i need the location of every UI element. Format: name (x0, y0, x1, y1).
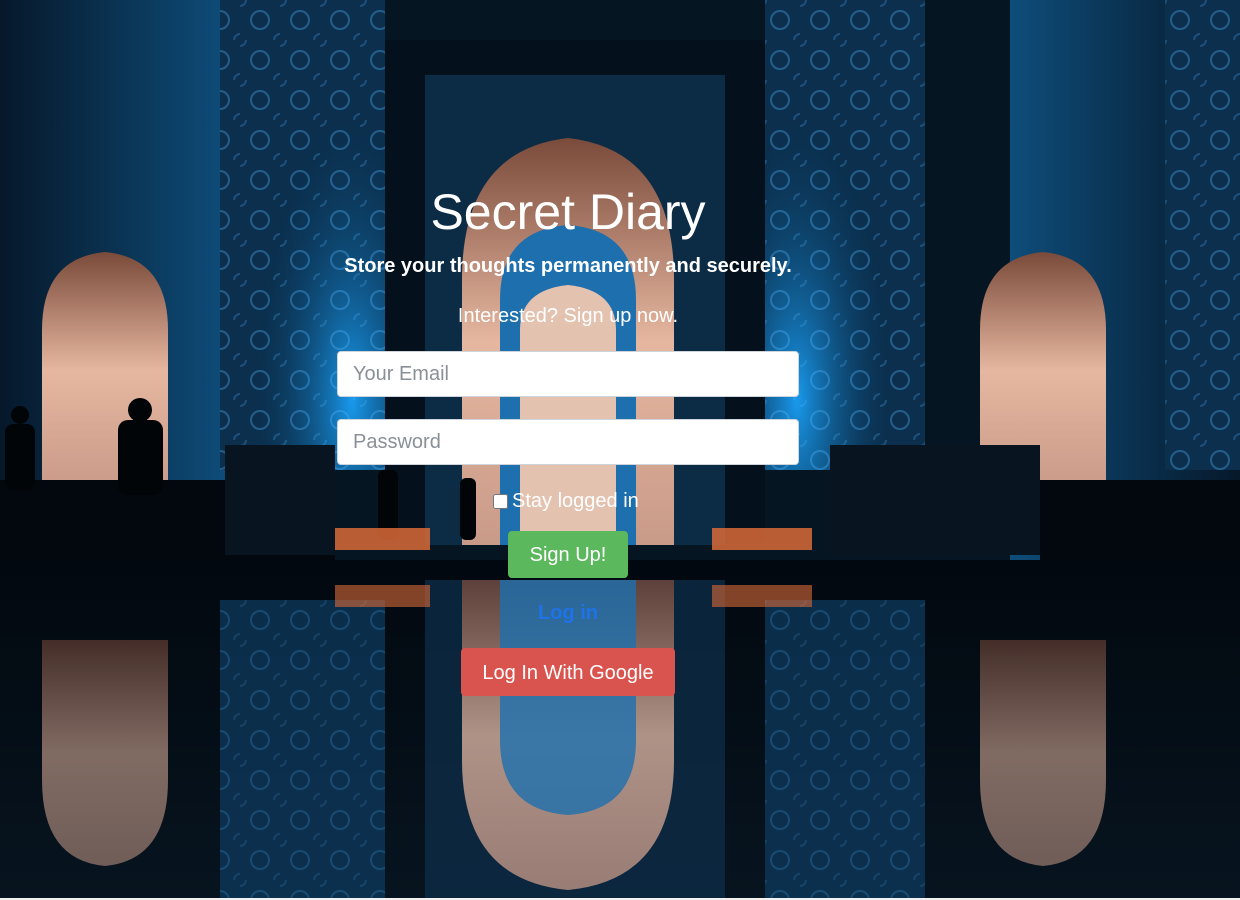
stay-logged-in-label: Stay logged in (512, 489, 639, 512)
sign-up-button[interactable]: Sign Up! (508, 531, 628, 578)
password-field[interactable] (337, 419, 799, 465)
log-in-link[interactable]: Log in (0, 601, 1136, 625)
signup-container: Secret Diary Store your thoughts permane… (0, 0, 1240, 900)
stay-logged-in-checkbox[interactable] (493, 493, 508, 509)
email-field[interactable] (337, 351, 799, 397)
signup-prompt: Interested? Sign up now. (457, 305, 679, 327)
google-login-button[interactable]: Log In With Google (461, 648, 675, 696)
page-title: Secret Diary (430, 184, 706, 240)
stay-logged-in-option[interactable]: Stay logged in (493, 489, 639, 513)
tagline: Store your thoughts permanently and secu… (344, 255, 792, 277)
